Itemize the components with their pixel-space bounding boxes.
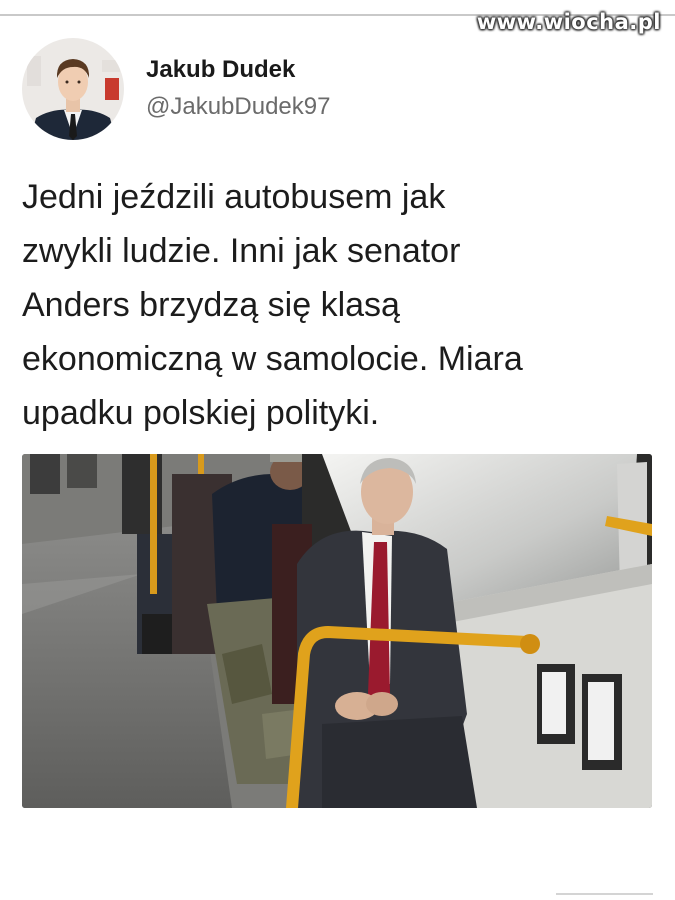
watermark: www.wiocha.pl [476,10,661,34]
tweet-line: Anders brzydzą się klasą [22,286,400,324]
avatar-photo [22,38,124,140]
author-display-name[interactable]: Jakub Dudek [146,56,295,84]
tweet-text: Jedni jeździli autobusem jak zwykli ludz… [22,170,662,440]
tweet-line: upadku polskiej polityki. [22,394,380,432]
tweet-line: ekonomiczną w samolocie. Miara [22,340,523,378]
author-handle[interactable]: @JakubDudek97 [146,93,330,121]
tweet-line: zwykli ludzie. Inni jak senator [22,232,461,270]
tweet-media-photo[interactable] [22,454,652,808]
author-avatar[interactable] [22,38,124,140]
bus-interior-photo [22,454,652,808]
tweet-line: Jedni jeździli autobusem jak [22,178,446,216]
bottom-divider [556,893,653,895]
